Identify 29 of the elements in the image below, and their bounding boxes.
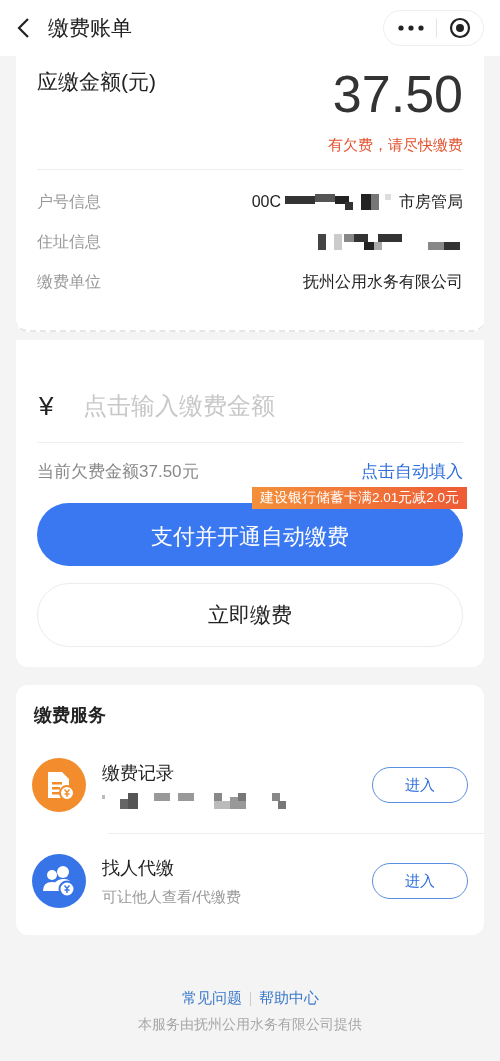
help-link[interactable]: 常见问题: [181, 989, 242, 1008]
back-icon[interactable]: [16, 17, 30, 39]
service-description: 可让他人查看/代缴费: [102, 887, 243, 907]
more-icon[interactable]: [398, 24, 424, 32]
amount-label: 应缴金额(元): [37, 69, 156, 95]
page-title: 缴费账单: [48, 15, 133, 41]
provider-note: 本服务由抚州公用水务有限公司提供: [138, 1016, 362, 1034]
amount-value: 37.50: [332, 64, 463, 125]
info-value: 00C: [251, 193, 281, 211]
section-title: 缴费服务: [34, 704, 107, 727]
enter-button[interactable]: 进入: [372, 767, 468, 803]
info-label: 户号信息: [37, 191, 101, 212]
enter-button[interactable]: 进入: [372, 863, 468, 899]
people-icon: [32, 854, 86, 908]
currency-symbol: ¥: [39, 390, 55, 422]
arrears-warning: 有欠费，请尽快缴费: [328, 136, 463, 155]
info-label: 缴费单位: [37, 271, 101, 292]
pay-now-button[interactable]: 立即缴费: [37, 583, 463, 647]
promo-badge: 建设银行储蓄卡满2.01元减2.0元: [251, 487, 467, 509]
document-icon: [32, 758, 86, 812]
service-name: 缴费记录: [102, 762, 175, 785]
info-value: 市房管局: [399, 191, 463, 212]
info-value: 抚州公用水务有限公司: [303, 271, 463, 292]
pay-and-autopay-button[interactable]: 支付并开通自动缴费: [37, 503, 463, 566]
help-link[interactable]: 帮助中心: [258, 989, 319, 1008]
autofill-link[interactable]: 点击自动填入: [361, 459, 463, 483]
info-label: 住址信息: [37, 231, 101, 252]
service-name: 找人代缴: [102, 856, 175, 880]
owed-amount: 当前欠费金额37.50元: [37, 460, 199, 483]
